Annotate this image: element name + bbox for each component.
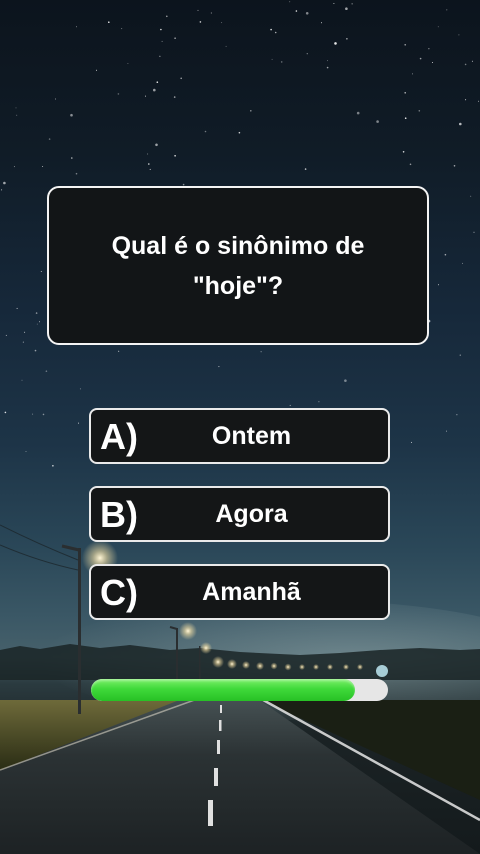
answer-option-b[interactable]: B) Agora (89, 486, 390, 542)
answer-option-a[interactable]: A) Ontem (89, 408, 390, 464)
option-letter-c: C) (100, 572, 138, 613)
option-letter-a: A) (100, 416, 138, 457)
question-card: Qual é o sinônimo de "hoje"? (47, 186, 429, 345)
timer-progress-bar (91, 679, 388, 701)
question-text: Qual é o sinônimo de "hoje"? (111, 231, 365, 300)
option-text-c: Amanhã (202, 578, 301, 606)
option-letter-b: B) (100, 494, 138, 535)
timer-progress-fill (91, 679, 356, 701)
answer-option-c[interactable]: C) Amanhã (89, 564, 390, 620)
quiz-screen: Qual é o sinônimo de "hoje"? A) Ontem B)… (0, 0, 480, 854)
option-text-a: Ontem (211, 422, 292, 450)
option-text-b: Agora (215, 500, 288, 528)
